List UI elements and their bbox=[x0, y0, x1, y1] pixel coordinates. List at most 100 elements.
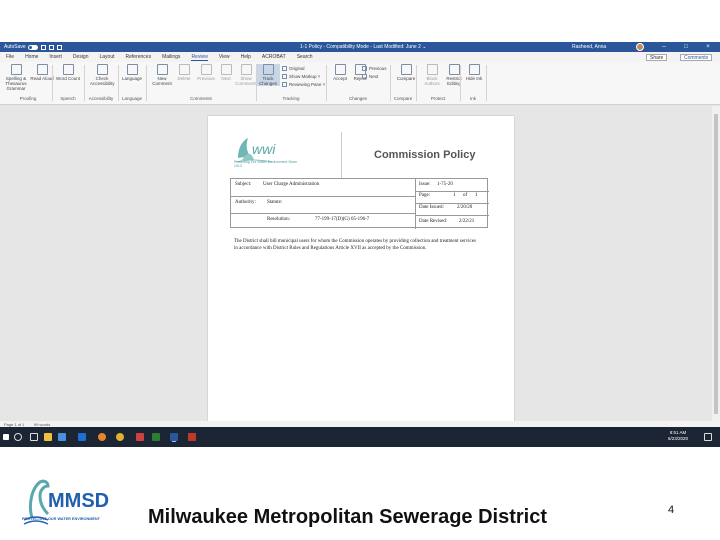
hide-ink-icon bbox=[468, 64, 480, 75]
restrict-editing-icon bbox=[448, 64, 460, 75]
word-count-status[interactable]: 99 words bbox=[34, 422, 50, 427]
changes-option-label: Previous bbox=[369, 66, 387, 71]
excel-icon[interactable] bbox=[152, 433, 160, 441]
clock-date: 6/23/2020 bbox=[668, 436, 689, 441]
tab-design[interactable]: Design bbox=[73, 54, 89, 60]
tracking-option-icon bbox=[282, 82, 287, 87]
tracking-option-0[interactable]: Original bbox=[282, 66, 305, 71]
track-changes-button[interactable]: Track Changes bbox=[256, 64, 280, 86]
share-button[interactable]: Share bbox=[646, 54, 668, 61]
compare-button[interactable]: Compare bbox=[394, 64, 418, 81]
read-aloud-button[interactable]: Read Aloud bbox=[30, 64, 54, 81]
spelling-thesaurus-grammar-button[interactable]: Spelling & Thesaurus Grammar bbox=[4, 64, 28, 91]
show-comments-icon bbox=[240, 64, 252, 75]
slide-number: 4 bbox=[668, 504, 675, 516]
ribbon-button-label: Language bbox=[121, 76, 143, 81]
tab-references[interactable]: References bbox=[126, 54, 152, 60]
minimize-icon[interactable]: – bbox=[660, 43, 668, 51]
tab-acrobat[interactable]: ACROBAT bbox=[262, 54, 286, 60]
tab-layout[interactable]: Layout bbox=[100, 54, 115, 60]
document-page[interactable]: wwi Protecting Our Water Environment Sin… bbox=[208, 116, 514, 426]
maximize-icon[interactable]: □ bbox=[682, 43, 690, 51]
ribbon-group-label: Speech bbox=[60, 96, 76, 101]
ribbon-group-label: Comments bbox=[190, 96, 212, 101]
tab-file[interactable]: File bbox=[6, 54, 14, 60]
user-name[interactable]: Rasheed, Anna bbox=[572, 44, 606, 50]
check-accessibility-button[interactable]: Check Accessibility bbox=[90, 64, 115, 86]
tab-insert[interactable]: Insert bbox=[49, 54, 62, 60]
page-count-status[interactable]: Page 1 of 1 bbox=[4, 422, 24, 427]
tab-review[interactable]: Review bbox=[191, 54, 208, 61]
notifications-icon[interactable] bbox=[704, 433, 712, 441]
taskbar-clock[interactable]: 8:51 AM 6/23/2020 bbox=[668, 430, 688, 442]
mmsd-tagline: PROTECTING OUR WATER ENVIRONMENT bbox=[22, 517, 100, 521]
check-accessibility-icon bbox=[96, 64, 108, 75]
app-icon[interactable] bbox=[136, 433, 144, 441]
track-changes-icon bbox=[262, 64, 274, 75]
comments-button[interactable]: Comments bbox=[680, 54, 713, 61]
document-canvas[interactable]: wwi Protecting Our Water Environment Sin… bbox=[0, 106, 720, 426]
ribbon-button-label: Accept bbox=[333, 76, 347, 81]
word-count-icon bbox=[62, 64, 74, 75]
ribbon-group-label: Compare bbox=[393, 96, 413, 101]
undo-icon[interactable] bbox=[48, 44, 54, 50]
chrome-icon[interactable] bbox=[116, 433, 124, 441]
show-comments-button[interactable]: Show Comments bbox=[234, 64, 258, 86]
word-window-screenshot: AutoSave 1-1 Policy - Compatibility Mode… bbox=[0, 42, 720, 447]
firefox-icon[interactable] bbox=[98, 433, 106, 441]
task-view-icon[interactable] bbox=[30, 433, 38, 441]
edge-icon[interactable] bbox=[58, 433, 66, 441]
tab-home[interactable]: Home bbox=[25, 54, 38, 60]
read-aloud-icon bbox=[36, 64, 48, 75]
acrobat-icon[interactable] bbox=[188, 433, 196, 441]
organization-name: Milwaukee Metropolitan Sewerage District bbox=[148, 506, 547, 528]
logo-caption: Protecting Our Water Environment Since 1… bbox=[234, 160, 298, 168]
new-comment-button[interactable]: New Comment bbox=[150, 64, 174, 86]
tracking-option-2[interactable]: Reviewing Pane ˅ bbox=[282, 82, 325, 87]
ribbon-group-label: Proofing bbox=[19, 96, 37, 101]
save-icon[interactable] bbox=[40, 44, 46, 50]
ribbon-button-label: Next bbox=[221, 76, 231, 81]
policy-info-table: Subject: User Charge Administration Issu… bbox=[230, 178, 489, 229]
hide-ink-button[interactable]: Hide Ink bbox=[462, 64, 486, 81]
language-button[interactable]: Language bbox=[120, 64, 144, 81]
changes-option-0[interactable]: Previous bbox=[362, 66, 387, 71]
policy-body-text: The District shall bill municipal users … bbox=[234, 239, 476, 251]
close-icon[interactable]: × bbox=[704, 43, 712, 51]
autosave-control[interactable]: AutoSave bbox=[4, 44, 38, 50]
date-revised-label: Date Revised: bbox=[419, 219, 448, 224]
changes-option-1[interactable]: Next bbox=[362, 74, 378, 79]
tab-mailings[interactable]: Mailings bbox=[162, 54, 180, 60]
block-authors-button[interactable]: Block Authors bbox=[420, 64, 444, 86]
page-total: 1 bbox=[475, 193, 478, 198]
tab-search[interactable]: Search bbox=[297, 54, 313, 60]
title-bar: AutoSave 1-1 Policy - Compatibility Mode… bbox=[0, 42, 720, 52]
tracking-option-1[interactable]: Show Markup ˅ bbox=[282, 74, 320, 79]
vertical-scrollbar[interactable] bbox=[712, 106, 720, 426]
start-icon[interactable] bbox=[3, 434, 9, 440]
autosave-label: AutoSave bbox=[4, 44, 26, 50]
ribbon-button-label: Block Authors bbox=[424, 76, 440, 86]
slide: AutoSave 1-1 Policy - Compatibility Mode… bbox=[0, 0, 720, 540]
search-icon[interactable] bbox=[14, 433, 22, 441]
ribbon-button-label: Track Changes bbox=[258, 76, 277, 86]
outlook-icon[interactable] bbox=[78, 433, 86, 441]
autosave-toggle[interactable] bbox=[27, 44, 38, 50]
redo-icon[interactable] bbox=[56, 44, 62, 50]
resolution-label: Resolution: bbox=[267, 217, 291, 222]
language-icon bbox=[126, 64, 138, 75]
delete-button[interactable]: Delete bbox=[172, 64, 196, 81]
file-explorer-icon[interactable] bbox=[44, 433, 52, 441]
word-count-button[interactable]: Word Count bbox=[56, 64, 80, 81]
tab-view[interactable]: View bbox=[219, 54, 230, 60]
avatar[interactable] bbox=[636, 43, 644, 51]
word-icon[interactable] bbox=[170, 433, 178, 441]
scrollbar-thumb[interactable] bbox=[714, 114, 718, 414]
tracking-option-icon bbox=[282, 74, 287, 79]
changes-option-icon bbox=[362, 66, 367, 71]
previous-icon bbox=[200, 64, 212, 75]
date-revised-value: 2/22/21 bbox=[459, 219, 475, 224]
ribbon-group-label: Ink bbox=[469, 96, 476, 101]
changes-option-icon bbox=[362, 74, 367, 79]
tab-help[interactable]: Help bbox=[241, 54, 251, 60]
